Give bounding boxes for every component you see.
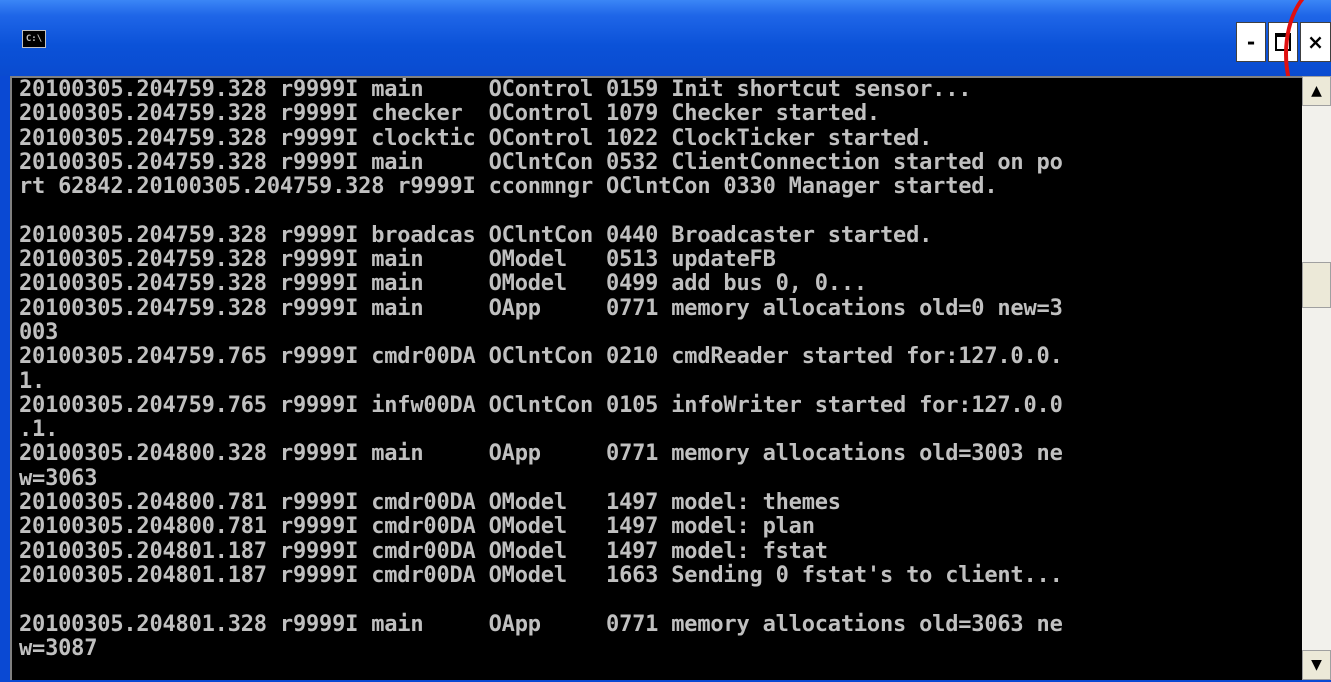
console-line: 20100305.204759.328 r9999I main OModel 0… bbox=[19, 271, 867, 297]
console-line: 20100305.204800.328 r9999I main OApp 077… bbox=[19, 441, 1063, 467]
console-line: 20100305.204759.765 r9999I infw00DA OCln… bbox=[19, 392, 1063, 418]
console-window: C:\ - × 20100305.204759.328 r9999I main … bbox=[0, 0, 1331, 682]
console-line: 20100305.204759.328 r9999I main OApp 077… bbox=[19, 295, 1063, 321]
console-line: 20100305.204759.328 r9999I main OClntCon… bbox=[19, 149, 1063, 175]
console-line: rt 62842.20100305.204759.328 r9999I ccon… bbox=[19, 174, 998, 200]
console-line: 20100305.204759.328 r9999I main OControl… bbox=[19, 77, 972, 102]
console-app-icon[interactable]: C:\ bbox=[22, 30, 46, 48]
scroll-down-button[interactable]: ▼ bbox=[1302, 650, 1331, 680]
console-line: 20100305.204759.328 r9999I clocktic OCon… bbox=[19, 125, 933, 151]
console-output[interactable]: 20100305.204759.328 r9999I main OControl… bbox=[10, 76, 1302, 680]
vertical-scrollbar[interactable]: ▲ ▼ bbox=[1302, 76, 1331, 680]
console-line: 20100305.204759.328 r9999I main OModel 0… bbox=[19, 247, 776, 273]
minimize-button[interactable]: - bbox=[1236, 22, 1266, 62]
console-line: 20100305.204801.187 r9999I cmdr00DA OMod… bbox=[19, 562, 1063, 588]
console-line: 20100305.204800.781 r9999I cmdr00DA OMod… bbox=[19, 490, 841, 516]
console-text: 20100305.204759.328 r9999I main OControl… bbox=[12, 78, 1302, 661]
console-line: 20100305.204801.328 r9999I main OApp 077… bbox=[19, 611, 1063, 637]
scroll-up-button[interactable]: ▲ bbox=[1302, 76, 1331, 106]
console-line: .1. bbox=[19, 417, 59, 443]
console-line: 20100305.204759.328 r9999I broadcas OCln… bbox=[19, 222, 933, 248]
maximize-icon bbox=[1275, 33, 1291, 51]
close-button[interactable]: × bbox=[1300, 22, 1331, 62]
console-line: w=3087 bbox=[19, 635, 98, 661]
console-line: 1. bbox=[19, 368, 46, 394]
console-line: 20100305.204759.765 r9999I cmdr00DA OCln… bbox=[19, 344, 1063, 370]
maximize-button[interactable] bbox=[1268, 22, 1298, 62]
console-line: 20100305.204800.781 r9999I cmdr00DA OMod… bbox=[19, 514, 815, 540]
console-line: 20100305.204759.328 r9999I checker OCont… bbox=[19, 101, 880, 127]
console-line: w=3063 bbox=[19, 465, 98, 491]
scroll-thumb[interactable] bbox=[1302, 262, 1331, 308]
console-line: 003 bbox=[19, 319, 59, 345]
console-line: 20100305.204801.187 r9999I cmdr00DA OMod… bbox=[19, 538, 828, 564]
title-bar[interactable]: C:\ - × bbox=[0, 0, 1331, 124]
